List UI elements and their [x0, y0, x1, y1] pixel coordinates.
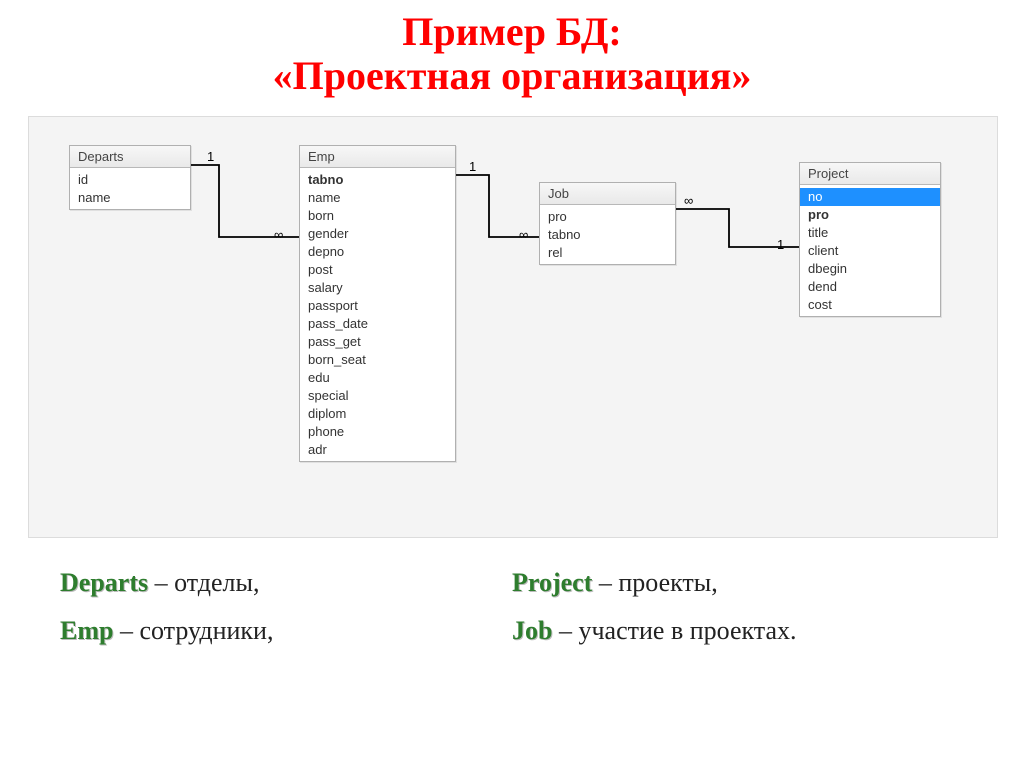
field[interactable]: passport	[300, 297, 455, 315]
field[interactable]: client	[800, 242, 940, 260]
field[interactable]: edu	[300, 369, 455, 387]
field[interactable]: name	[70, 189, 190, 207]
cardinality-one: 1	[777, 237, 784, 252]
field[interactable]: id	[70, 171, 190, 189]
field[interactable]: post	[300, 261, 455, 279]
cardinality-one: 1	[469, 159, 476, 174]
field[interactable]: pass_get	[300, 333, 455, 351]
legend-entry-departs: Departs – отделы,	[60, 568, 512, 598]
table-departs[interactable]: Departs idname	[69, 145, 191, 210]
table-fields: protabnorel	[540, 205, 675, 264]
legend-entry-project: Project – проекты,	[512, 568, 964, 598]
cardinality-many: ∞	[274, 227, 283, 242]
cardinality-many: ∞	[684, 193, 693, 208]
table-header: Job	[540, 183, 675, 205]
slide-title: Пример БД: «Проектная организация»	[0, 10, 1024, 98]
field[interactable]: special	[300, 387, 455, 405]
table-header: Emp	[300, 146, 455, 168]
field[interactable]: rel	[540, 244, 675, 262]
field[interactable]: no	[800, 188, 940, 206]
table-header: Departs	[70, 146, 190, 168]
legend-desc: – участие в проектах.	[552, 616, 796, 645]
table-fields: noprotitleclientdbegindendcost	[800, 185, 940, 316]
er-diagram: 1 ∞ 1 ∞ ∞ 1 Departs idname Emp tabnoname…	[28, 116, 998, 538]
cardinality-one: 1	[207, 149, 214, 164]
field[interactable]: diplom	[300, 405, 455, 423]
field[interactable]: born_seat	[300, 351, 455, 369]
field[interactable]: title	[800, 224, 940, 242]
table-job[interactable]: Job protabnorel	[539, 182, 676, 265]
field[interactable]: salary	[300, 279, 455, 297]
field[interactable]: dend	[800, 278, 940, 296]
field[interactable]: adr	[300, 441, 455, 459]
title-line-1: Пример БД:	[402, 9, 621, 54]
field[interactable]: pro	[540, 208, 675, 226]
legend-entry-emp: Emp – сотрудники,	[60, 616, 512, 646]
field[interactable]: tabno	[300, 171, 455, 189]
legend-desc: – отделы,	[148, 568, 259, 597]
legend-desc: – сотрудники,	[113, 616, 273, 645]
cardinality-many: ∞	[519, 227, 528, 242]
table-fields: tabnonameborngenderdepnopostsalarypasspo…	[300, 168, 455, 461]
legend-desc: – проекты,	[592, 568, 717, 597]
title-line-2: «Проектная организация»	[273, 53, 752, 98]
legend-term: Job	[512, 616, 552, 645]
field[interactable]: pro	[800, 206, 940, 224]
field[interactable]: born	[300, 207, 455, 225]
legend-entry-job: Job – участие в проектах.	[512, 616, 964, 646]
legend-term: Emp	[60, 616, 113, 645]
field[interactable]: cost	[800, 296, 940, 314]
legend-term: Departs	[60, 568, 148, 597]
field[interactable]: dbegin	[800, 260, 940, 278]
table-project[interactable]: Project noprotitleclientdbegindendcost	[799, 162, 941, 317]
field[interactable]: phone	[300, 423, 455, 441]
field[interactable]: name	[300, 189, 455, 207]
table-fields: idname	[70, 168, 190, 209]
table-header: Project	[800, 163, 940, 185]
field[interactable]: gender	[300, 225, 455, 243]
field[interactable]: depno	[300, 243, 455, 261]
legend: Departs – отделы, Project – проекты, Emp…	[60, 568, 964, 646]
field[interactable]: pass_date	[300, 315, 455, 333]
legend-term: Project	[512, 568, 592, 597]
table-emp[interactable]: Emp tabnonameborngenderdepnopostsalarypa…	[299, 145, 456, 462]
field[interactable]: tabno	[540, 226, 675, 244]
